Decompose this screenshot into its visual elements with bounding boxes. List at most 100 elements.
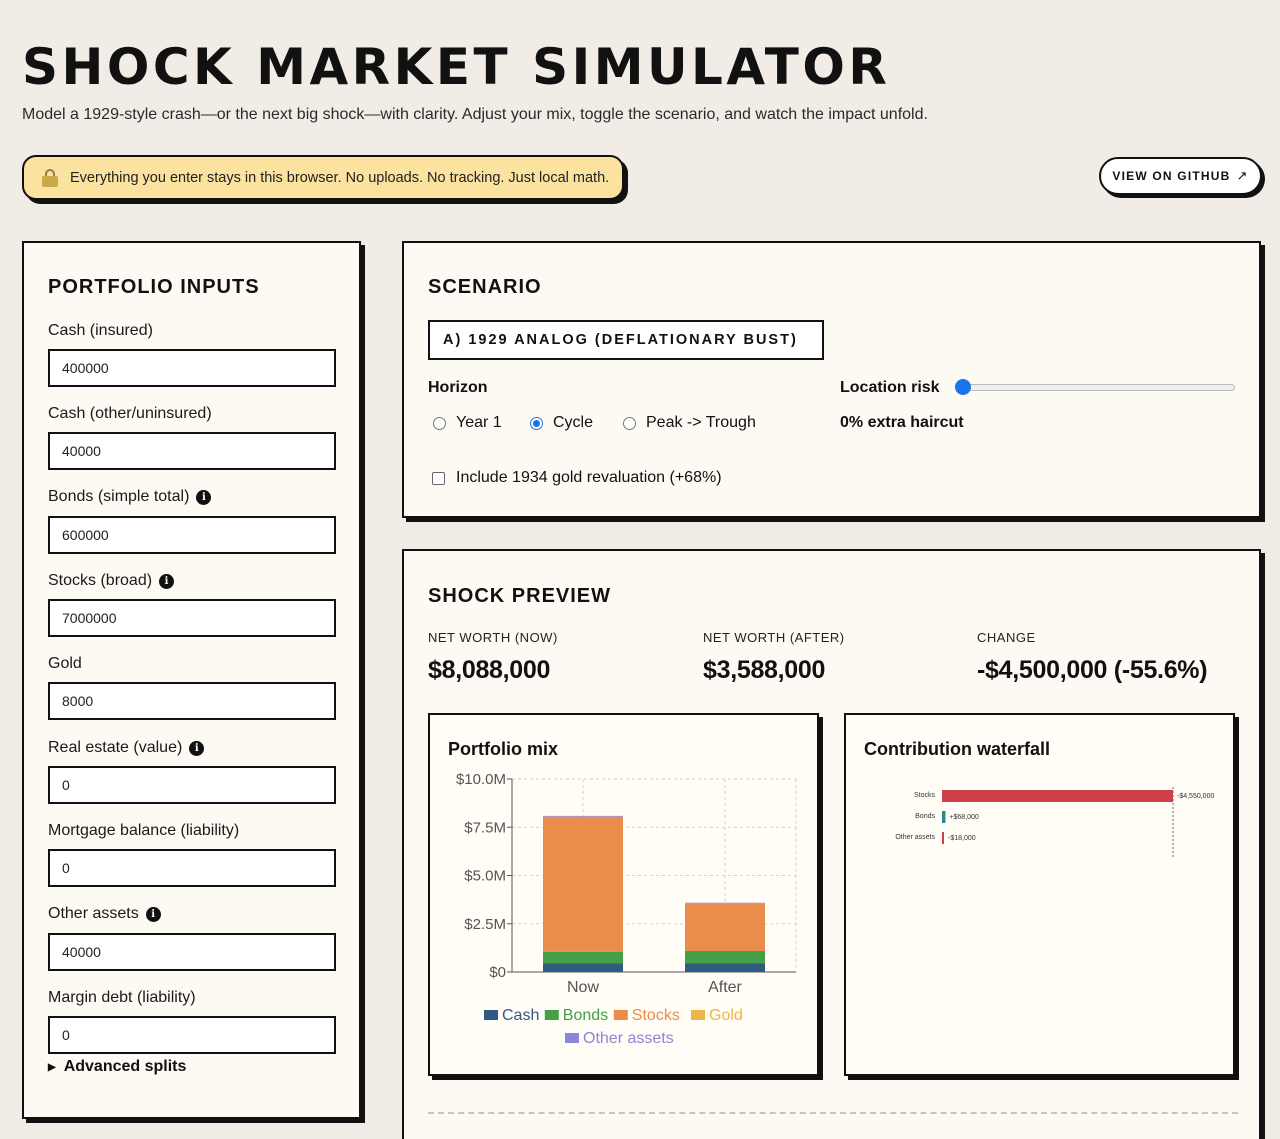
portfolio-inputs-panel: PORTFOLIO INPUTS Cash (insured) 400000 C… <box>22 241 361 1119</box>
scenario-title: SCENARIO <box>428 276 542 298</box>
radio-label: Year 1 <box>456 414 502 431</box>
change-label: CHANGE <box>977 630 1036 645</box>
other-assets-input[interactable]: 40000 <box>48 933 336 971</box>
legend-swatch <box>565 1033 579 1043</box>
y-tick-label: $2.5M <box>464 916 506 933</box>
waterfall-bar-other-assets <box>942 832 944 844</box>
waterfall-value-label: +$68,000 <box>949 814 978 821</box>
cash-other-label: Cash (other/uninsured) <box>48 405 212 422</box>
waterfall-bar-bonds <box>942 811 946 823</box>
net-worth-after-label: NET WORTH (AFTER) <box>703 630 845 645</box>
y-tick-label: $5.0M <box>464 868 506 885</box>
legend-label: Bonds <box>563 1007 608 1024</box>
stocks-input[interactable]: 7000000 <box>48 599 336 637</box>
waterfall-category-label: Bonds <box>915 813 935 820</box>
mortgage-label: Mortgage balance (liability) <box>48 822 240 839</box>
legend-swatch <box>544 1010 559 1020</box>
legend-label: Other assets <box>583 1030 674 1047</box>
radio-year-1[interactable]: Year 1 <box>433 414 502 432</box>
scenario-select[interactable]: A) 1929 ANALOG (DEFLATIONARY BUST) <box>428 320 824 360</box>
bar-segment-stocks <box>685 903 765 951</box>
radio-label: Peak -> Trough <box>646 414 756 431</box>
external-arrow-icon: ↗ <box>1236 168 1249 183</box>
cash-other-input[interactable]: 40000 <box>48 432 336 470</box>
info-icon[interactable]: i <box>159 573 175 589</box>
bar-segment-cash <box>685 963 765 972</box>
bar-segment-bonds <box>685 950 765 964</box>
checkbox-box <box>432 471 445 485</box>
margin-debt-label: Margin debt (liability) <box>48 989 196 1006</box>
portfolio-mix-card: Portfolio mix $0 $2.5M $5.0M $7.5M $10.0M Now… <box>428 713 819 1076</box>
stocks-label: Stocks (broad) i <box>48 572 175 590</box>
legend-swatch <box>613 1010 628 1020</box>
horizon-label: Horizon <box>428 379 488 396</box>
scenario-panel: SCENARIO A) 1929 ANALOG (DEFLATIONARY BU… <box>402 241 1261 518</box>
contribution-waterfall-card: Contribution waterfall Stocks -$4,550,000… <box>844 713 1235 1076</box>
location-risk-slider-track[interactable] <box>960 384 1235 391</box>
radio-label: Cycle <box>553 414 594 431</box>
advanced-splits-label: Advanced splits <box>63 1058 187 1075</box>
bar-segment-bonds <box>543 951 623 964</box>
radio-peak-trough[interactable]: Peak -> Trough <box>623 414 756 432</box>
bonds-label: Bonds (simple total) i <box>48 488 212 506</box>
shock-preview-title: SHOCK PREVIEW <box>428 585 612 607</box>
shock-preview-panel: SHOCK PREVIEW NET WORTH (NOW) $8,088,000… <box>402 549 1261 1139</box>
info-icon[interactable]: i <box>145 906 161 922</box>
other-assets-label: Other assets i <box>48 905 161 923</box>
radio-dot <box>433 416 446 430</box>
bar-segment-cash <box>543 963 623 972</box>
margin-debt-input[interactable]: 0 <box>48 1016 336 1054</box>
gold-revaluation-checkbox[interactable]: Include 1934 gold revaluation (+68%) <box>432 469 722 487</box>
legend-label: Cash <box>502 1007 539 1024</box>
location-risk-value: 0% extra haircut <box>840 414 964 431</box>
real-estate-label: Real estate (value) i <box>48 739 205 757</box>
contribution-waterfall-chart: Stocks -$4,550,000 Bonds +$68,000 Other asse… <box>895 787 1214 859</box>
location-risk-slider-thumb[interactable] <box>955 379 971 395</box>
lock-icon <box>42 168 58 187</box>
page-title: SHOCK MARKET SIMULATOR <box>22 38 891 96</box>
net-worth-now-value: $8,088,000 <box>428 656 551 684</box>
portfolio-inputs-title: PORTFOLIO INPUTS <box>48 276 260 298</box>
page-subtitle: Model a 1929-style crash—or the next big… <box>22 106 928 123</box>
github-label: VIEW ON GITHUB <box>1112 169 1231 183</box>
info-icon[interactable]: i <box>196 489 212 505</box>
bar-segment-stocks <box>543 816 623 952</box>
legend-label: Stocks <box>632 1007 680 1024</box>
advanced-splits-toggle[interactable]: ▶ Advanced splits <box>48 1058 186 1076</box>
portfolio-mix-chart: $0 $2.5M $5.0M $7.5M $10.0M Now After Cash Bonds… <box>456 771 797 1047</box>
gold-input[interactable]: 8000 <box>48 682 336 720</box>
net-worth-after-value: $3,588,000 <box>703 656 826 684</box>
legend-swatch <box>691 1010 705 1020</box>
real-estate-input[interactable]: 0 <box>48 766 336 804</box>
github-button[interactable]: VIEW ON GITHUB ↗ <box>1099 157 1262 195</box>
privacy-text: Everything you enter stays in this brows… <box>70 169 610 186</box>
waterfall-category-label: Other assets <box>895 834 935 841</box>
bar-segment-other-assets <box>543 815 623 817</box>
waterfall-value-label: -$18,000 <box>948 835 976 842</box>
waterfall-bar-stocks <box>942 790 1173 802</box>
section-divider <box>428 1112 1238 1114</box>
privacy-banner: Everything you enter stays in this brows… <box>22 155 624 200</box>
bonds-input[interactable]: 600000 <box>48 516 336 554</box>
change-value: -$4,500,000 (-55.6%) <box>977 656 1208 684</box>
legend-swatch <box>484 1010 498 1020</box>
y-tick-label: $0 <box>489 964 506 981</box>
location-risk-label: Location risk <box>840 379 940 396</box>
waterfall-category-label: Stocks <box>914 792 936 799</box>
gold-label: Gold <box>48 655 82 672</box>
y-tick-label: $7.5M <box>464 819 506 836</box>
radio-dot-selected <box>530 416 543 430</box>
checkbox-label: Include 1934 gold revaluation (+68%) <box>456 469 722 486</box>
y-tick-label: $10.0M <box>456 771 506 788</box>
x-tick-label: After <box>708 979 742 996</box>
cash-insured-label: Cash (insured) <box>48 322 153 339</box>
bar-segment-other-assets <box>685 902 765 904</box>
mortgage-input[interactable]: 0 <box>48 849 336 887</box>
radio-cycle[interactable]: Cycle <box>530 414 593 432</box>
triangle-right-icon: ▶ <box>48 1061 56 1073</box>
cash-insured-input[interactable]: 400000 <box>48 349 336 387</box>
info-icon[interactable]: i <box>189 740 205 756</box>
radio-dot <box>623 416 636 430</box>
waterfall-value-label: -$4,550,000 <box>1177 793 1214 800</box>
legend-label: Gold <box>709 1007 743 1024</box>
